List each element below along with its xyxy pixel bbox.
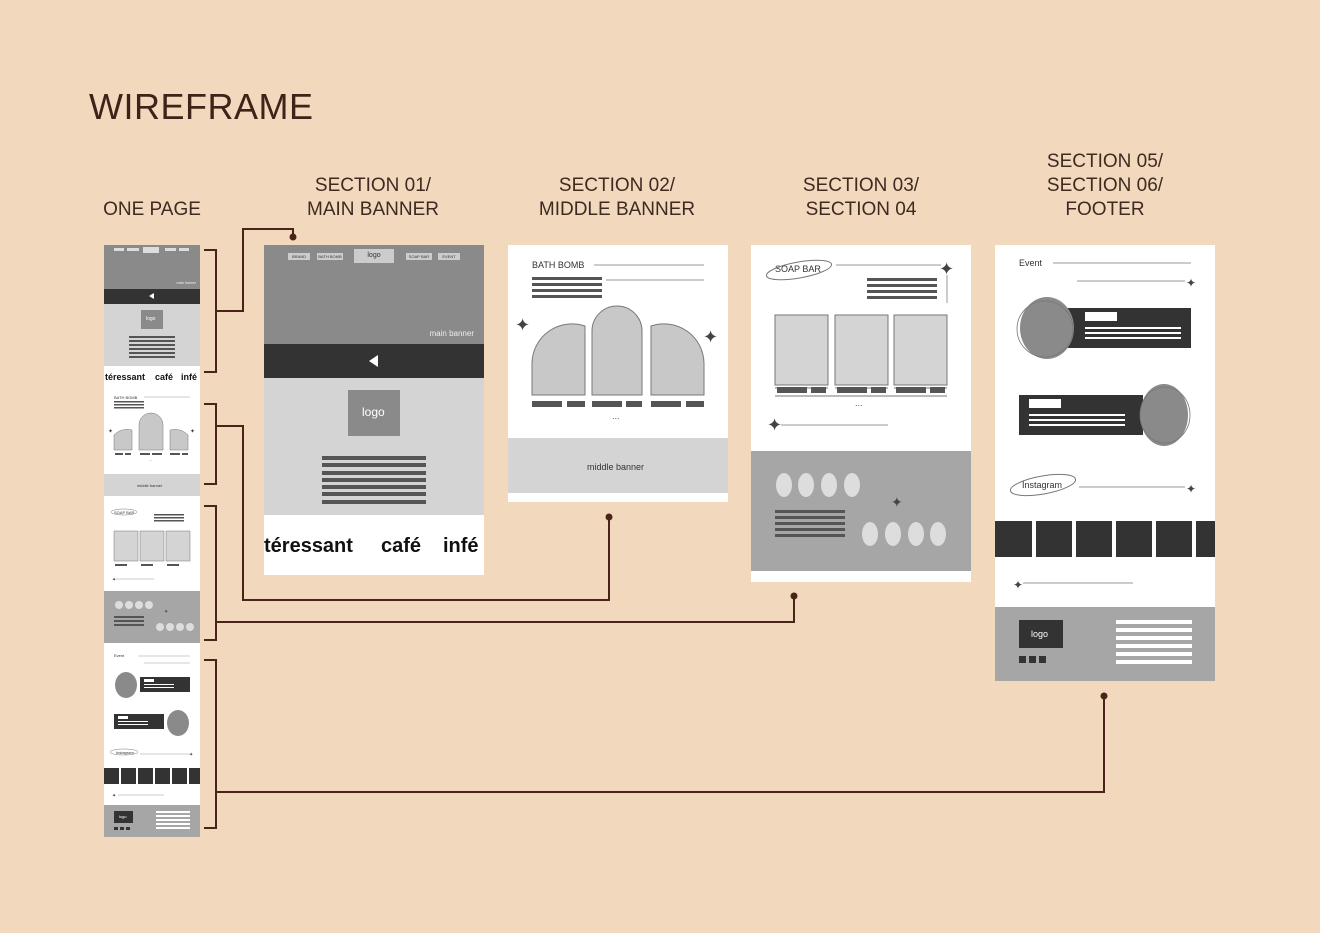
mini-nav-logo [143,247,159,253]
mini-banner-label: main banner [176,281,196,285]
marquee-text: téressant café infé [264,535,479,557]
footer-social-icon[interactable] [1029,656,1036,663]
mini-nav-item [179,248,189,251]
mini-logo-area: logo [104,304,200,366]
logo-area: logo [264,378,484,515]
mini-footer: logo [104,805,200,837]
svg-text:✦: ✦ [891,494,903,510]
middle-banner: middle banner [508,438,728,493]
instagram-tile[interactable] [1196,521,1215,557]
mini-logo-box: logo [141,310,163,329]
play-icon[interactable] [369,355,378,367]
soap-bar-ellipsis: ... [855,398,863,408]
instagram-tile[interactable] [1116,521,1152,557]
mini-nav-item [127,248,139,251]
svg-text:✦: ✦ [767,415,782,435]
mini-middle-banner: middle banner [104,474,200,496]
mini-nav-item [165,248,176,251]
mini-section-04: ✦ [104,591,200,643]
one-page-thumbnail: main banner logo téressant café infé BAT… [104,245,200,837]
mini-main-banner: main banner [104,245,200,289]
section-05-panel: Event ✦ ✦ ✦ Instagram logo [995,245,1215,681]
logo-box: logo [348,390,400,436]
mini-dark-strip [104,289,200,304]
svg-text:✦: ✦ [108,428,113,435]
instagram-heading: Instagram [1022,480,1063,490]
svg-text:✦: ✦ [1013,578,1023,592]
instagram-tile[interactable] [1036,521,1072,557]
main-banner: BRAND BATH BOMB logo SOAP BAR EVENT main… [264,245,484,344]
mini-soap-bar-shapes: ✦ [110,508,191,583]
svg-text:✦: ✦ [112,577,116,583]
logo-text-lines [322,456,426,504]
svg-text:✦: ✦ [939,259,954,279]
mini-play-icon [149,293,154,299]
nav-soap-bar[interactable]: SOAP BAR [406,253,432,260]
nav-event[interactable]: EVENT [438,253,460,260]
section-01-panel: BRAND BATH BOMB logo SOAP BAR EVENT main… [264,245,484,575]
nav-logo[interactable]: logo [354,249,394,263]
svg-text:✦: ✦ [1186,276,1196,290]
instagram-tile[interactable] [1156,521,1192,557]
svg-text:✦: ✦ [164,609,168,615]
section-03-panel: SOAP BAR ✦ ✦ ... ✦ [751,245,971,582]
svg-text:✦: ✦ [112,793,116,799]
mini-instagram-grid [104,768,200,784]
svg-text:✦: ✦ [190,428,195,435]
mini-ellipsis: ... [149,457,153,462]
main-banner-label: main banner [429,329,474,338]
instagram-tile[interactable] [1076,521,1112,557]
mini-nav-item [114,248,124,251]
footer-social-icon[interactable] [1019,656,1026,663]
mini-instagram-label: Instagram [116,750,134,755]
mini-marquee: téressant café infé [105,372,198,382]
instagram-grid [995,521,1215,557]
svg-text:✦: ✦ [515,315,530,335]
footer: logo [995,607,1215,681]
footer-social-icon[interactable] [1039,656,1046,663]
mini-text-lines [129,336,175,358]
section-04-block: ✦ [751,451,971,571]
mini-event-shapes: ✦ [109,655,193,758]
soap-bar-graphics: ✦ ✦ [765,259,954,435]
svg-text:✦: ✦ [703,327,718,347]
svg-text:✦: ✦ [189,752,193,758]
svg-text:✦: ✦ [1186,482,1196,496]
bath-bomb-ellipsis: ... [612,411,620,421]
nav-brand[interactable]: BRAND [288,253,310,260]
nav-bath-bomb[interactable]: BATH BOMB [317,253,343,260]
footer-logo: logo [1019,620,1063,648]
instagram-tile[interactable] [995,521,1032,557]
footer-text-lines [1116,620,1192,664]
bath-bomb-graphics: ✦ ✦ [515,264,718,407]
video-strip [264,344,484,378]
section-02-panel: BATH BOMB ✦ ✦ ... middle banner [508,245,728,502]
